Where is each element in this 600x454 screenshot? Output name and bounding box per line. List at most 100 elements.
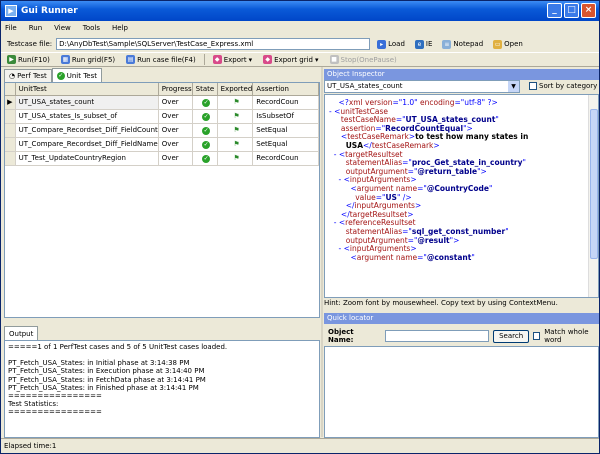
- cell-state[interactable]: ✓: [192, 151, 218, 166]
- cell-assertion[interactable]: RecordCoun: [252, 95, 319, 110]
- log-line: PT_Fetch_USA_States: in Initial phase at…: [8, 359, 190, 368]
- xml-viewer[interactable]: <?xml version="1.0" encoding="utf-8" ?> …: [324, 94, 599, 298]
- cell-unittest[interactable]: UT_Compare_Recordset_Diff_FieldCount: [15, 123, 159, 138]
- xml-line: statementAlias="sql_get_const_number": [345, 227, 509, 236]
- close-button[interactable]: ×: [581, 3, 596, 18]
- cell-assertion[interactable]: RecordCoun: [252, 151, 319, 166]
- xml-line: </inputArguments>: [345, 202, 422, 211]
- exported-flag-icon: ⚑: [233, 126, 240, 134]
- cell-exported[interactable]: ⚑: [217, 109, 254, 124]
- table-row[interactable]: UT_Compare_Recordset_Diff_FieldName Over…: [5, 137, 319, 152]
- export-button[interactable]: ◆ Export ▾: [210, 53, 255, 66]
- scrollbar-thumb[interactable]: [590, 109, 598, 259]
- passed-check-icon: ✓: [202, 126, 211, 135]
- cell-exported[interactable]: ⚑: [217, 151, 254, 166]
- cell-unittest[interactable]: UT_Compare_Recordset_Diff_FieldName: [15, 137, 159, 152]
- open-button[interactable]: ▭ Open: [490, 38, 526, 51]
- menu-run[interactable]: Run: [29, 24, 42, 32]
- pane-splitter[interactable]: [321, 67, 323, 437]
- search-button[interactable]: Search: [493, 329, 530, 343]
- run-grid-button[interactable]: ▦ Run grid(F5): [58, 53, 118, 66]
- cell-progress[interactable]: Over: [158, 137, 193, 152]
- notepad-button[interactable]: ≡ Notepad: [439, 38, 486, 51]
- app-window: ▶ Gui Runner _ □ × File Run View Tools H…: [0, 0, 600, 454]
- maximize-button[interactable]: □: [564, 3, 579, 18]
- tab-unit-test[interactable]: ✓ Unit Test: [51, 68, 103, 82]
- cell-state[interactable]: ✓: [192, 95, 218, 110]
- xml-line: </targetResultset>: [340, 210, 414, 219]
- cell-state[interactable]: ✓: [192, 123, 218, 138]
- cell-exported[interactable]: ⚑: [217, 123, 254, 138]
- cell-unittest[interactable]: UT_Test_UpdateCountryRegion: [15, 151, 159, 166]
- tab-perf-test[interactable]: ◔ Perf Test: [4, 69, 52, 82]
- table-row[interactable]: UT_Test_UpdateCountryRegion Over ✓ ⚑ Rec…: [5, 151, 319, 166]
- xml-scrollbar[interactable]: [588, 95, 598, 297]
- cell-progress[interactable]: Over: [158, 151, 193, 166]
- row-header: [5, 109, 16, 124]
- testcase-path-input[interactable]: [56, 38, 371, 50]
- export-grid-button[interactable]: ◆ Export grid ▾: [260, 53, 321, 66]
- stop-button[interactable]: ■ Stop(OnePause): [327, 53, 400, 66]
- cell-assertion[interactable]: SetEqual: [252, 123, 319, 138]
- cell-unittest[interactable]: UT_USA_states_count: [15, 95, 159, 110]
- table-row[interactable]: ▶ UT_USA_states_count Over ✓ ⚑ RecordCou…: [5, 95, 319, 110]
- column-header-state[interactable]: State: [192, 83, 218, 96]
- column-header-exported[interactable]: Exported: [217, 83, 254, 96]
- cell-state[interactable]: ✓: [192, 137, 218, 152]
- table-row[interactable]: UT_Compare_Recordset_Diff_FieldCount Ove…: [5, 123, 319, 138]
- xml-line: statementAlias="proc_Get_state_in_countr…: [345, 159, 526, 168]
- xml-line: outputArgument="@result">: [345, 236, 460, 245]
- menu-view[interactable]: View: [54, 24, 71, 32]
- row-header-corner: [5, 83, 16, 96]
- menu-file[interactable]: File: [5, 24, 17, 32]
- run-case-file-button[interactable]: ▤ Run case file(F4): [123, 53, 199, 66]
- log-line: ================: [8, 392, 102, 401]
- tab-output[interactable]: Output: [4, 326, 39, 340]
- passed-check-icon: ✓: [202, 154, 211, 163]
- minimize-button[interactable]: _: [547, 3, 562, 18]
- cell-progress[interactable]: Over: [158, 109, 193, 124]
- ie-icon: e: [414, 39, 424, 49]
- unit-test-icon: ✓: [56, 71, 65, 80]
- cell-progress[interactable]: Over: [158, 95, 193, 110]
- menu-tools[interactable]: Tools: [83, 24, 100, 32]
- object-select[interactable]: UT_USA_states_count ▼: [324, 80, 520, 93]
- current-row-indicator-icon: ▶: [5, 95, 16, 110]
- cell-exported[interactable]: ⚑: [217, 95, 254, 110]
- column-header-progress[interactable]: Progress: [158, 83, 193, 96]
- ie-button[interactable]: e IE: [412, 38, 436, 51]
- run-case-icon: ▤: [126, 55, 136, 64]
- match-whole-word-checkbox[interactable]: [533, 332, 541, 340]
- locator-results[interactable]: [324, 346, 599, 438]
- cell-exported[interactable]: ⚑: [217, 137, 254, 152]
- passed-check-icon: ✓: [202, 112, 211, 121]
- column-header-unittest[interactable]: UnitTest: [15, 83, 159, 96]
- exported-flag-icon: ⚑: [233, 112, 240, 120]
- cell-progress[interactable]: Over: [158, 123, 193, 138]
- menu-bar: File Run View Tools Help: [1, 21, 599, 35]
- run-button[interactable]: ▶ Run(F10): [4, 53, 53, 66]
- column-header-assertion[interactable]: Assertion: [252, 83, 319, 96]
- menu-help[interactable]: Help: [112, 24, 128, 32]
- xml-line: - <referenceResultset: [333, 219, 416, 228]
- load-button[interactable]: ▸ Load: [374, 38, 408, 51]
- perf-test-icon: ◔: [9, 72, 16, 80]
- cell-state[interactable]: ✓: [192, 109, 218, 124]
- xml-line: value="US" />: [355, 193, 412, 202]
- cell-unittest[interactable]: UT_USA_states_Is_subset_of: [15, 109, 159, 124]
- row-header: [5, 151, 16, 166]
- row-header: [5, 123, 16, 138]
- cell-assertion[interactable]: SetEqual: [252, 137, 319, 152]
- chevron-down-icon: ▼: [508, 81, 519, 92]
- cell-assertion[interactable]: IsSubsetOf: [252, 109, 319, 124]
- sort-by-category-checkbox[interactable]: Sort by category: [529, 82, 597, 90]
- object-name-input[interactable]: [385, 330, 490, 342]
- table-row[interactable]: UT_USA_states_Is_subset_of Over ✓ ⚑ IsSu…: [5, 109, 319, 124]
- match-whole-word-label: Match whole word: [544, 328, 589, 344]
- output-log[interactable]: =====1 of 1 PerfTest cases and 5 of 5 Un…: [4, 340, 320, 438]
- table-header-row: UnitTest Progress State Exported Asserti…: [5, 83, 319, 96]
- log-line: =====1 of 1 PerfTest cases and 5 of 5 Un…: [8, 343, 228, 351]
- xml-line: - <unitTestCase: [329, 107, 389, 116]
- testcase-bar: Testcase file: ▸Load eIE ≡Notepad ▭Open: [1, 36, 599, 52]
